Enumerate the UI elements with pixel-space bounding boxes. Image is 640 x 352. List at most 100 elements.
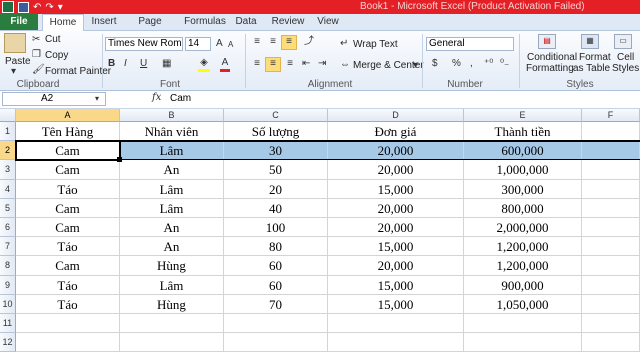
cell-d10[interactable]: 15,000 [328, 294, 464, 314]
row-header-10[interactable]: 10 [0, 294, 16, 314]
cell-e2[interactable]: 600,000 [464, 141, 582, 161]
undo-icon[interactable]: ↶ [33, 2, 41, 13]
row-header-9[interactable]: 9 [0, 275, 16, 295]
cell-a2[interactable]: Cam [16, 141, 120, 161]
tab-home[interactable]: Home [42, 14, 84, 31]
cell-a10[interactable]: Táo [16, 294, 120, 314]
cell-b10[interactable]: Hùng [120, 294, 224, 314]
cell-e7[interactable]: 1,200,000 [464, 237, 582, 257]
cell-d12[interactable] [328, 333, 464, 352]
cell-d4[interactable]: 15,000 [328, 179, 464, 199]
paste-dropdown-icon[interactable]: ▾ [11, 66, 16, 78]
cell-e5[interactable]: 800,000 [464, 198, 582, 218]
decrease-indent-icon[interactable]: ⇤ [302, 58, 310, 70]
column-header-c[interactable]: C [224, 109, 328, 122]
cell-b5[interactable]: Lâm [120, 198, 224, 218]
name-box[interactable]: A2 [2, 92, 106, 106]
cell-a8[interactable]: Cam [16, 256, 120, 276]
cell-f6[interactable] [582, 218, 640, 238]
cell-c8[interactable]: 60 [224, 256, 328, 276]
cell-b2[interactable]: Lâm [120, 141, 224, 161]
merge-center-icon[interactable]: ⇔ [340, 59, 350, 71]
paste-icon[interactable] [4, 33, 26, 53]
cell-b8[interactable]: Hùng [120, 256, 224, 276]
cell-c10[interactable]: 70 [224, 294, 328, 314]
cell-e10[interactable]: 1,050,000 [464, 294, 582, 314]
cell-styles-label[interactable]: Cell [617, 52, 634, 63]
row-header-7[interactable]: 7 [0, 237, 16, 257]
cell-a1[interactable]: Tên Hàng [16, 122, 120, 142]
comma-button[interactable]: , [470, 58, 473, 70]
column-header-f[interactable]: F [582, 109, 640, 122]
italic-button[interactable]: I [124, 58, 127, 70]
cell-f2[interactable] [582, 141, 640, 161]
cell-f5[interactable] [582, 198, 640, 218]
cell-a9[interactable]: Táo [16, 275, 120, 295]
cell-f9[interactable] [582, 275, 640, 295]
cell-c3[interactable]: 50 [224, 160, 328, 180]
increase-decimal-icon[interactable]: ⁺⁰ [484, 58, 493, 70]
cell-b9[interactable]: Lâm [120, 275, 224, 295]
save-icon[interactable] [18, 1, 29, 13]
row-header-3[interactable]: 3 [0, 160, 16, 180]
number-format-select[interactable]: General [426, 37, 514, 51]
cell-a3[interactable]: Cam [16, 160, 120, 180]
cell-c4[interactable]: 20 [224, 179, 328, 199]
cell-c1[interactable]: Số lượng [224, 122, 328, 142]
increase-indent-icon[interactable]: ⇥ [318, 58, 326, 70]
column-header-a[interactable]: A [16, 109, 120, 122]
cell-b6[interactable]: An [120, 218, 224, 238]
cell-f12[interactable] [582, 333, 640, 352]
grow-font-icon[interactable]: A [216, 38, 223, 50]
row-header-2[interactable]: 2 [0, 141, 16, 161]
cell-a5[interactable]: Cam [16, 198, 120, 218]
row-header-8[interactable]: 8 [0, 256, 16, 276]
fill-color-icon[interactable]: ◈ [198, 57, 210, 72]
tab-review[interactable]: Review [270, 14, 306, 30]
format-as-table-icon[interactable]: ▦ [581, 34, 599, 49]
cell-a12[interactable] [16, 333, 120, 352]
row-header-6[interactable]: 6 [0, 218, 16, 238]
cell-e1[interactable]: Thành tiền [464, 122, 582, 142]
cell-f4[interactable] [582, 179, 640, 199]
cell-f10[interactable] [582, 294, 640, 314]
cell-e6[interactable]: 2,000,000 [464, 218, 582, 238]
conditional-formatting-label[interactable]: Conditional [527, 52, 577, 63]
cell-e12[interactable] [464, 333, 582, 352]
cell-d6[interactable]: 20,000 [328, 218, 464, 238]
align-bottom-icon[interactable]: ≡ [281, 35, 297, 50]
format-as-table-label-2[interactable]: as Table [573, 63, 610, 74]
font-name-select[interactable]: Times New Roman [105, 37, 183, 51]
cell-e4[interactable]: 300,000 [464, 179, 582, 199]
tab-insert[interactable]: Insert [88, 14, 120, 30]
align-middle-icon[interactable]: ≡ [266, 36, 280, 48]
cell-d2[interactable]: 20,000 [328, 141, 464, 161]
underline-button[interactable]: U [140, 58, 147, 70]
align-right-icon[interactable]: ≡ [283, 58, 297, 70]
cell-b12[interactable] [120, 333, 224, 352]
cell-styles-icon[interactable]: ▭ [614, 34, 632, 49]
font-size-select[interactable]: 14 [185, 37, 211, 51]
redo-icon[interactable]: ↷ [45, 2, 53, 13]
cell-c12[interactable] [224, 333, 328, 352]
cell-d1[interactable]: Đơn giá [328, 122, 464, 142]
bold-button[interactable]: B [108, 58, 115, 70]
conditional-formatting-label-2[interactable]: Formatting [526, 63, 574, 74]
cell-f8[interactable] [582, 256, 640, 276]
cell-d9[interactable]: 15,000 [328, 275, 464, 295]
column-header-d[interactable]: D [328, 109, 464, 122]
select-all-corner[interactable] [0, 109, 16, 122]
copy-icon[interactable]: ❐ [32, 49, 41, 61]
cell-e9[interactable]: 900,000 [464, 275, 582, 295]
borders-icon[interactable]: ▦ [162, 58, 171, 70]
align-top-icon[interactable]: ≡ [250, 36, 264, 48]
cell-c6[interactable]: 100 [224, 218, 328, 238]
row-header-4[interactable]: 4 [0, 179, 16, 199]
cell-b4[interactable]: Lâm [120, 179, 224, 199]
cut-icon[interactable]: ✂ [32, 34, 40, 46]
row-header-1[interactable]: 1 [0, 122, 16, 142]
conditional-formatting-icon[interactable]: ▤ [538, 34, 556, 49]
tab-file[interactable]: File [0, 14, 38, 30]
cell-b3[interactable]: An [120, 160, 224, 180]
wrap-text-icon[interactable]: ↵ [340, 38, 348, 50]
